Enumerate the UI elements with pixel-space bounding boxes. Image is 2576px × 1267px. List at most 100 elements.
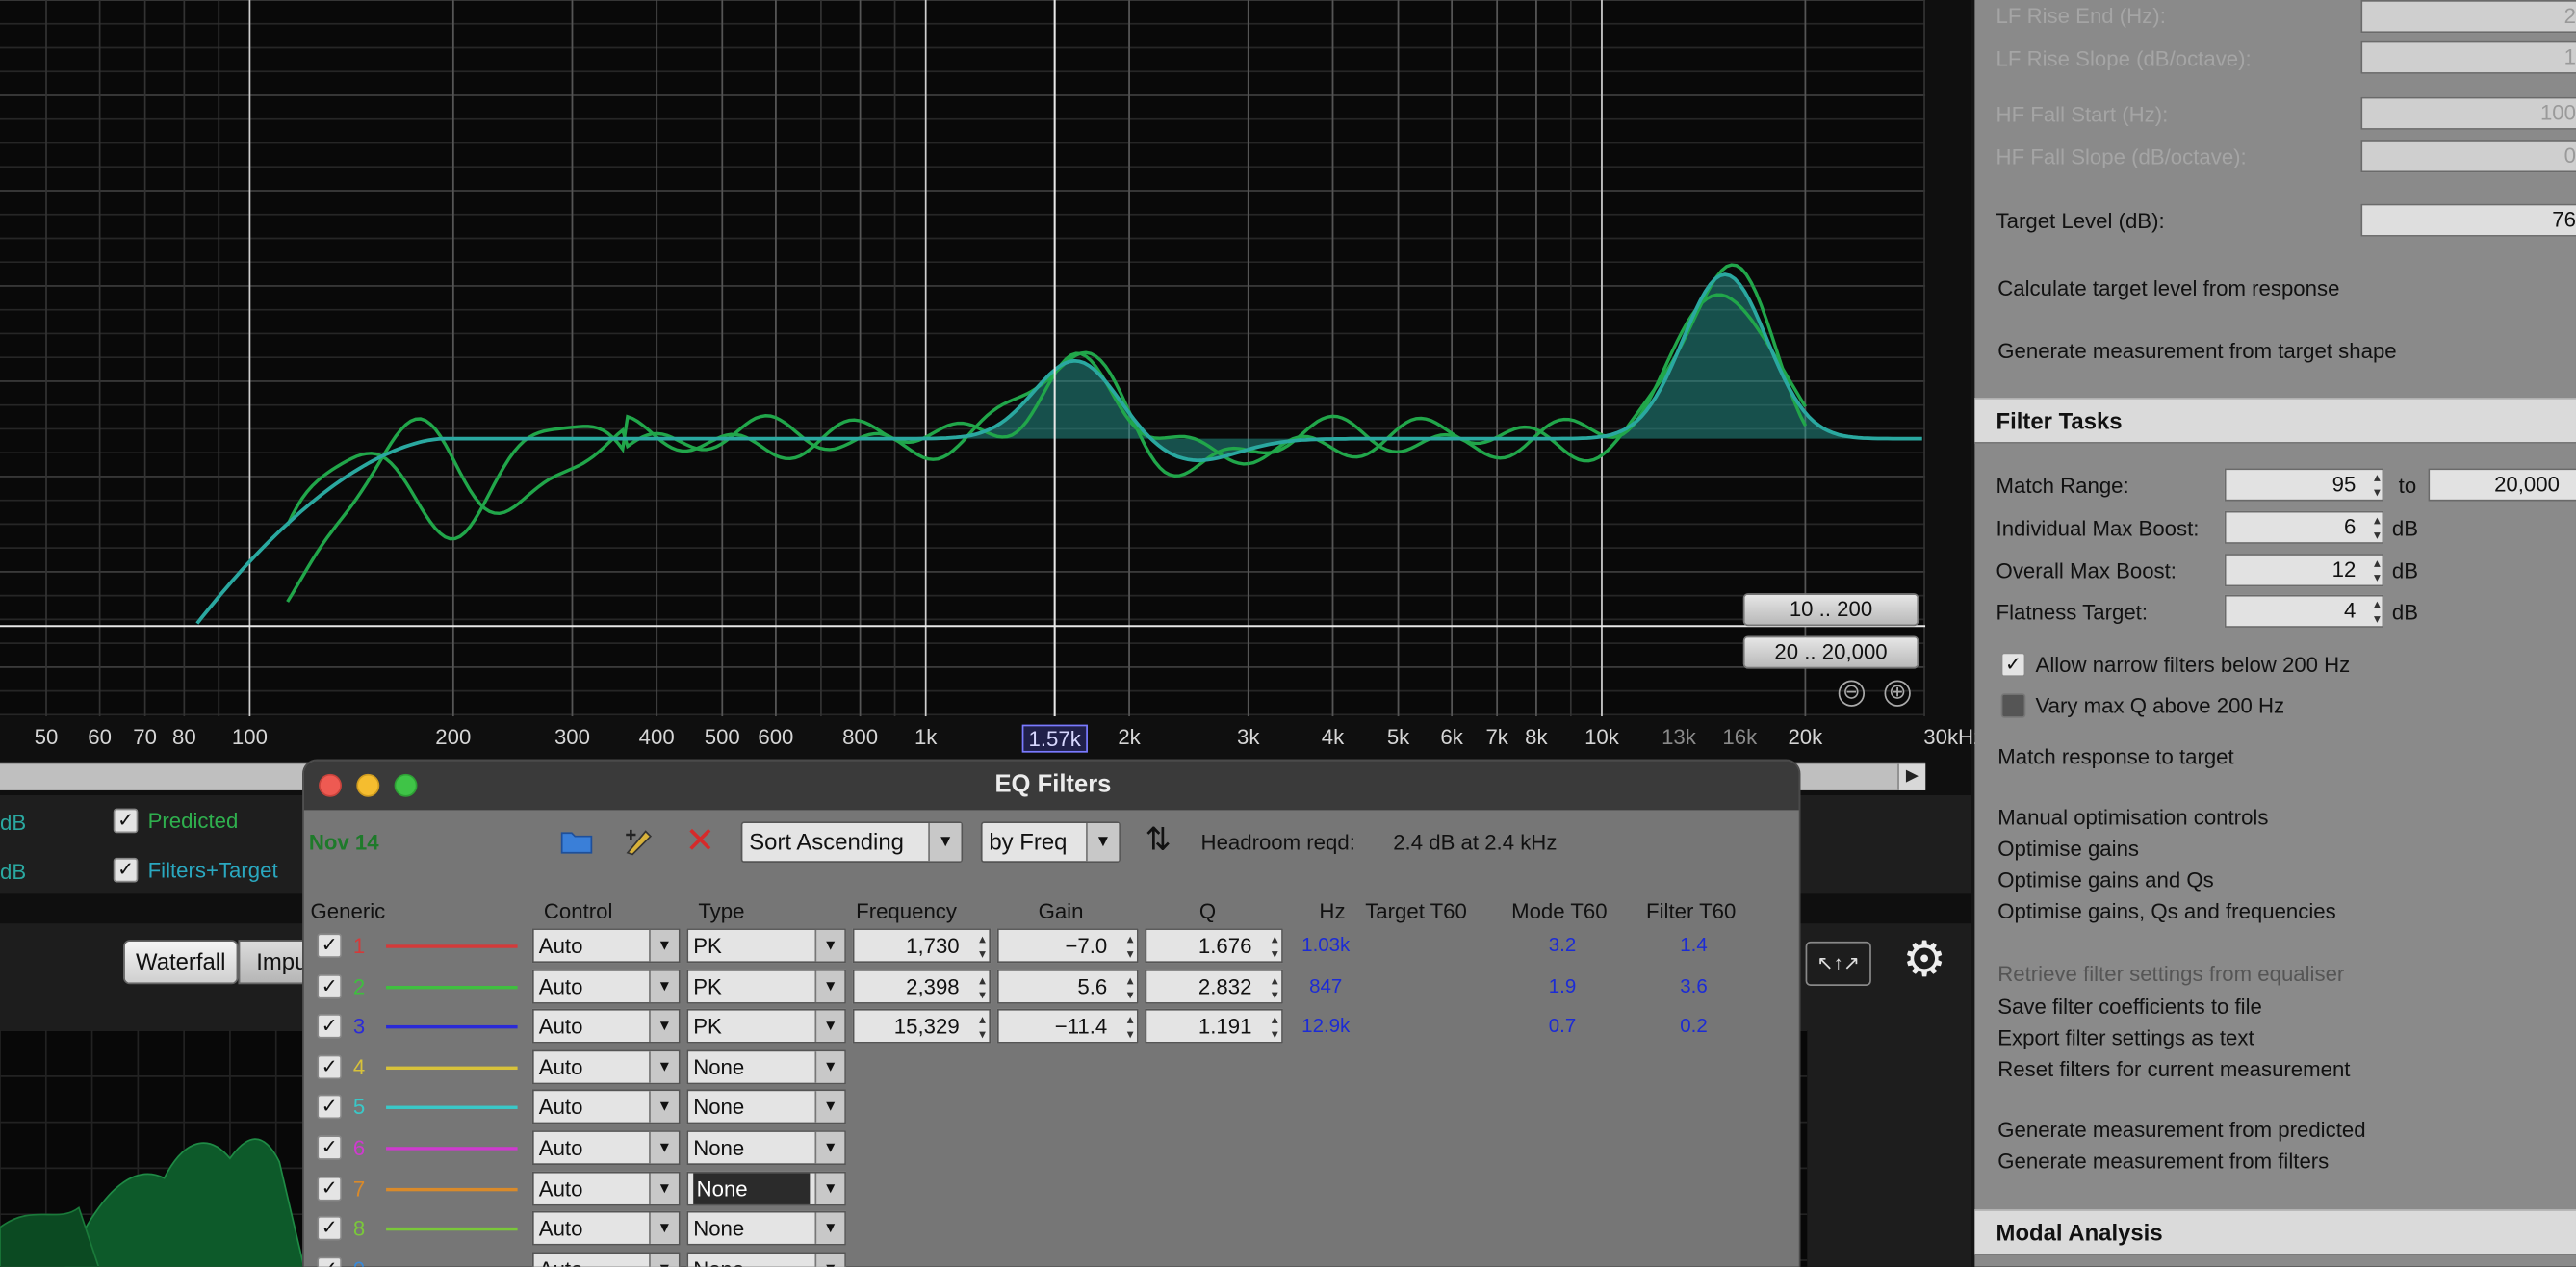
frequency-input[interactable]: 1,730 xyxy=(852,928,992,964)
flatness-target-input[interactable]: 4 xyxy=(2224,594,2384,628)
control-value: Auto xyxy=(538,1095,583,1120)
y-range-button[interactable]: 10 .. 200 xyxy=(1742,593,1919,627)
frequency-response-plot[interactable]: 10 .. 200 20 .. 20,000 ⊖ ⊕ xyxy=(0,0,1926,717)
q-input[interactable]: 2.832 xyxy=(1145,969,1283,1004)
match-range-from-input[interactable]: 95 xyxy=(2224,468,2384,502)
type-dropdown[interactable]: PK ▼ xyxy=(686,969,846,1004)
type-dropdown[interactable]: None▼ xyxy=(686,1130,846,1166)
filter-tasks-header[interactable]: Filter Tasks xyxy=(1974,398,2576,444)
checkbox-icon[interactable]: ✓ xyxy=(113,808,139,834)
modal-analysis-header[interactable]: Modal Analysis xyxy=(1974,1209,2576,1255)
sort-dropdown[interactable]: Sort Ascending ▼ xyxy=(740,821,964,863)
gen-filters-link[interactable]: Generate measurement from filters xyxy=(1997,1149,2329,1174)
minimize-window-icon[interactable] xyxy=(356,773,380,797)
checkbox-icon[interactable]: ✓ xyxy=(317,1216,342,1241)
control-dropdown[interactable]: Auto ▼ xyxy=(531,969,681,1004)
legend-filters-target[interactable]: ✓ Filters+Target xyxy=(113,857,278,883)
opt-gains-qs-link[interactable]: Optimise gains and Qs xyxy=(1997,867,2213,892)
checkbox-icon[interactable]: ✓ xyxy=(2000,652,2026,678)
legend-predicted[interactable]: ✓ Predicted xyxy=(113,808,239,834)
type-dropdown[interactable]: None▼ xyxy=(686,1049,846,1085)
target-level-field[interactable]: 76 xyxy=(2360,203,2576,237)
type-dropdown[interactable]: None▼ xyxy=(686,1090,846,1125)
checkbox-icon[interactable]: ✓ xyxy=(317,933,342,958)
waterfall-button[interactable]: Waterfall xyxy=(122,940,239,985)
control-dropdown[interactable]: Auto ▼ xyxy=(531,1171,681,1205)
scroll-right-icon[interactable]: ▶ xyxy=(1897,763,1926,790)
type-dropdown[interactable]: None▼ xyxy=(686,1211,846,1246)
x-tick-label: 300 xyxy=(554,724,590,750)
bandwidth-hz: 1.03k xyxy=(1301,933,1351,957)
zoom-out-icon[interactable]: ⊖ xyxy=(1838,680,1866,707)
checkbox-icon[interactable]: ✓ xyxy=(317,1095,342,1120)
lf-rise-end-field[interactable]: 2 xyxy=(2360,0,2576,34)
q-input[interactable]: 1.191 xyxy=(1145,1009,1283,1045)
checkbox-icon[interactable]: ✓ xyxy=(317,973,342,998)
type-dropdown[interactable]: None▼ xyxy=(686,1252,846,1267)
edit-filters-icon[interactable] xyxy=(623,825,656,858)
type-dropdown[interactable]: PK ▼ xyxy=(686,928,846,964)
type-dropdown[interactable]: None▼ xyxy=(686,1171,846,1205)
x-range-button[interactable]: 20 .. 20,000 xyxy=(1742,635,1919,669)
gain-input[interactable]: −7.0 xyxy=(996,928,1139,964)
zoom-in-icon[interactable]: ⊕ xyxy=(1884,680,1911,707)
checkbox-icon[interactable]: ✓ xyxy=(317,1135,342,1160)
control-dropdown[interactable]: Auto ▼ xyxy=(531,1009,681,1045)
allow-narrow-option[interactable]: ✓ Allow narrow filters below 200 Hz xyxy=(2000,652,2350,678)
hf-fall-start-field[interactable]: 100 xyxy=(2360,96,2576,130)
x-tick-label: 7k xyxy=(1485,724,1508,750)
save-coeffs-link[interactable]: Save filter coefficients to file xyxy=(1997,995,2262,1020)
control-value: Auto xyxy=(538,1014,583,1039)
frequency-input[interactable]: 15,329 xyxy=(852,1009,992,1045)
opt-gains-qs-freqs-link[interactable]: Optimise gains, Qs and frequencies xyxy=(1997,899,2335,924)
sort-by-dropdown[interactable]: by Freq ▼ xyxy=(980,821,1121,863)
gen-target-link[interactable]: Generate measurement from target shape xyxy=(1997,339,2396,364)
lf-rise-slope-field[interactable]: 1 xyxy=(2360,40,2576,74)
vary-max-q-option[interactable]: Vary max Q above 200 Hz xyxy=(2000,693,2284,718)
close-window-icon[interactable] xyxy=(319,773,342,797)
legend-partial-1: dB xyxy=(0,810,27,835)
control-dropdown[interactable]: Auto ▼ xyxy=(531,1130,681,1166)
frequency-input[interactable]: 2,398 xyxy=(852,969,992,1004)
open-folder-icon[interactable] xyxy=(560,826,593,856)
chevron-down-icon: ▼ xyxy=(649,970,679,1002)
control-dropdown[interactable]: Auto ▼ xyxy=(531,1252,681,1267)
control-dropdown[interactable]: Auto ▼ xyxy=(531,928,681,964)
move-arrows-icon[interactable]: ↖↑↗ xyxy=(1805,941,1871,986)
checkbox-icon[interactable] xyxy=(2000,693,2026,718)
zoom-window-icon[interactable] xyxy=(394,773,418,797)
swap-sort-icon[interactable]: ⇅ xyxy=(1146,821,1172,859)
match-response-link[interactable]: Match response to target xyxy=(1997,744,2233,769)
checkbox-icon[interactable]: ✓ xyxy=(113,857,139,883)
checkbox-icon[interactable]: ✓ xyxy=(317,1176,342,1201)
manual-opt-link[interactable]: Manual optimisation controls xyxy=(1997,805,2268,830)
indiv-max-boost-input[interactable]: 6 xyxy=(2224,510,2384,544)
control-dropdown[interactable]: Auto ▼ xyxy=(531,1090,681,1125)
export-text-link[interactable]: Export filter settings as text xyxy=(1997,1025,2254,1050)
gain-input[interactable]: −11.4 xyxy=(996,1009,1139,1045)
retrieve-link[interactable]: Retrieve filter settings from equaliser xyxy=(1997,961,2344,986)
impulse-button[interactable]: Impu xyxy=(238,940,313,985)
calc-target-link[interactable]: Calculate target level from response xyxy=(1997,276,2339,301)
control-dropdown[interactable]: Auto ▼ xyxy=(531,1211,681,1246)
control-value: Auto xyxy=(538,1054,583,1079)
control-dropdown[interactable]: Auto ▼ xyxy=(531,1049,681,1085)
gear-icon[interactable]: ⚙ xyxy=(1902,936,1946,986)
opt-gains-link[interactable]: Optimise gains xyxy=(1997,837,2139,862)
hf-fall-slope-field[interactable]: 0 xyxy=(2360,140,2576,173)
bandwidth-hz: 12.9k xyxy=(1301,1014,1351,1038)
checkbox-icon[interactable]: ✓ xyxy=(317,1256,342,1267)
gain-input[interactable]: 5.6 xyxy=(996,969,1139,1004)
col-type: Type xyxy=(698,898,745,924)
q-input[interactable]: 1.676 xyxy=(1145,928,1283,964)
checkbox-icon[interactable]: ✓ xyxy=(317,1014,342,1039)
gen-predicted-link[interactable]: Generate measurement from predicted xyxy=(1997,1118,2365,1143)
eq-window-title[interactable]: EQ Filters xyxy=(303,761,1799,811)
type-dropdown[interactable]: PK ▼ xyxy=(686,1009,846,1045)
overall-max-boost-input[interactable]: 12 xyxy=(2224,554,2384,587)
checkbox-icon[interactable]: ✓ xyxy=(317,1054,342,1079)
filter-t60: 1.4 xyxy=(1680,933,1708,957)
reset-filters-link[interactable]: Reset filters for current measurement xyxy=(1997,1056,2350,1081)
delete-filters-icon[interactable]: ✕ xyxy=(685,822,715,860)
match-range-to-input[interactable]: 20,000 xyxy=(2428,468,2576,502)
